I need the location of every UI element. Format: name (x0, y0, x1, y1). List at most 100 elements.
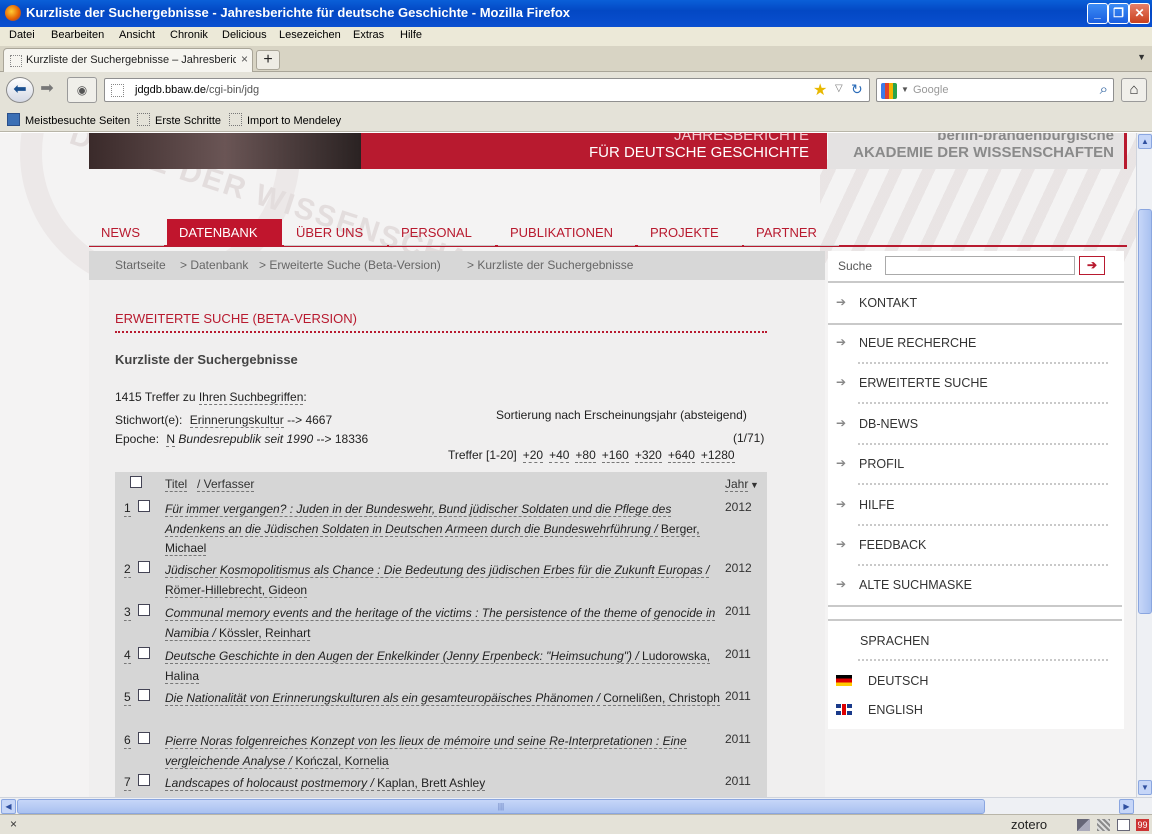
sidebar-item-kontakt[interactable]: ➔ KONTAKT (828, 283, 1122, 323)
row-number[interactable]: 1 (124, 500, 131, 517)
addon-icon[interactable] (1077, 819, 1090, 831)
nav-news[interactable]: NEWS (89, 219, 164, 246)
scroll-left-icon[interactable]: ◀ (1, 799, 16, 814)
scroll-down-icon[interactable]: ▼ (1138, 780, 1152, 795)
minimize-button[interactable]: _ (1087, 3, 1108, 24)
row-number[interactable]: 4 (124, 647, 131, 664)
sidebar-item-db-news[interactable]: ➔ DB-NEWS (828, 404, 1122, 445)
sidebar-item-alte-suchmaske[interactable]: ➔ ALTE SUCHMASKE (828, 565, 1122, 605)
site-identity-icon[interactable]: ◉ (67, 77, 97, 103)
sidebar-item-profil[interactable]: ➔ PROFIL (828, 444, 1122, 485)
row-title[interactable]: Communal memory events and the heritage … (165, 604, 720, 643)
magnifier-icon[interactable]: ⌕ (1100, 81, 1108, 98)
row-title[interactable]: Pierre Noras folgenreiches Konzept von l… (165, 732, 720, 771)
row-title[interactable]: Für immer vergangen? : Juden in der Bund… (165, 500, 720, 559)
page-link[interactable]: +20 (522, 448, 544, 463)
row-title[interactable]: Deutsche Geschichte in den Augen der Enk… (165, 647, 720, 686)
menu-delicious[interactable]: Delicious (222, 29, 267, 41)
reload-icon[interactable]: ↻ (851, 81, 863, 98)
row-title[interactable]: Jüdischer Kosmopolitismus als Chance : D… (165, 561, 720, 600)
row-checkbox[interactable] (138, 604, 150, 616)
column-title[interactable]: Titel (165, 477, 188, 492)
bookmark-star-icon[interactable]: ★ (813, 80, 827, 100)
column-author[interactable]: / Verfasser (197, 477, 255, 492)
vertical-scroll-thumb[interactable] (1138, 209, 1152, 614)
scroll-right-icon[interactable]: ▶ (1119, 799, 1134, 814)
page-link[interactable]: +1280 (700, 448, 735, 463)
url-dropdown-icon[interactable]: ▽ (835, 83, 843, 94)
row-checkbox[interactable] (138, 774, 150, 786)
nav-personal[interactable]: PERSONAL (389, 219, 495, 246)
menu-hilfe[interactable]: Hilfe (400, 29, 422, 41)
home-button[interactable]: ⌂ (1121, 78, 1147, 102)
scroll-up-icon[interactable]: ▲ (1138, 134, 1152, 149)
page-link[interactable]: +40 (549, 448, 570, 463)
sidebar-item-erweiterte-suche[interactable]: ➔ ERWEITERTE SUCHE (828, 363, 1122, 404)
site-search-input[interactable] (885, 256, 1075, 275)
page-link[interactable]: +80 (575, 448, 596, 463)
page-link[interactable]: +640 (667, 448, 695, 463)
google-icon[interactable] (881, 83, 897, 99)
language-deutsch[interactable]: DEUTSCH (868, 674, 928, 688)
search-bar[interactable]: ▼ Google ⌕ (876, 78, 1114, 102)
sidebar-item-neue-recherche[interactable]: ➔ NEUE RECHERCHE (828, 323, 1122, 364)
menu-ansicht[interactable]: Ansicht (119, 29, 155, 41)
bookmark-mendeley[interactable]: Import to Mendeley (229, 113, 341, 127)
row-checkbox[interactable] (138, 500, 150, 512)
browser-tab[interactable]: Kurzliste der Suchergebnisse – Jahresber… (3, 48, 253, 72)
language-english[interactable]: ENGLISH (868, 703, 923, 717)
breadcrumb-startseite[interactable]: Startseite (115, 258, 166, 272)
row-checkbox[interactable] (138, 689, 150, 701)
tab-close-icon[interactable]: × (241, 52, 248, 66)
page-link[interactable]: +320 (634, 448, 662, 463)
row-number[interactable]: 7 (124, 774, 131, 791)
sidebar-item-hilfe[interactable]: ➔ HILFE (828, 485, 1122, 526)
menu-bearbeiten[interactable]: Bearbeiten (51, 29, 104, 41)
sort-desc-icon[interactable]: ▼ (750, 480, 759, 490)
row-title[interactable]: Die Nationalität von Erinnerungskulturen… (165, 689, 720, 709)
back-button[interactable]: ⬅ (6, 77, 34, 103)
horizontal-scroll-thumb[interactable]: ||| (17, 799, 985, 814)
menu-extras[interactable]: Extras (353, 29, 384, 41)
nav-projekte[interactable]: PROJEKTE (638, 219, 742, 246)
addon-icon[interactable] (1097, 819, 1110, 831)
breadcrumb-erweiterte-suche[interactable]: > Erweiterte Suche (Beta-Version) (259, 258, 441, 272)
close-window-button[interactable]: ✕ (1129, 3, 1150, 24)
vertical-scrollbar[interactable]: ▲ ▼ (1136, 133, 1152, 797)
keyword-link[interactable]: Erinnerungskultur (189, 413, 284, 428)
addon-icon[interactable]: 99 (1136, 819, 1149, 831)
row-checkbox[interactable] (138, 561, 150, 573)
row-number[interactable]: 5 (124, 689, 131, 706)
horizontal-scrollbar[interactable]: ◀ ||| ▶ (0, 797, 1152, 814)
breadcrumb-datenbank[interactable]: > Datenbank (180, 258, 248, 272)
search-terms-link[interactable]: Ihren Suchbegriffen (198, 390, 304, 405)
nav-datenbank[interactable]: DATENBANK (167, 219, 282, 246)
addon-icon[interactable] (1117, 819, 1130, 831)
row-number[interactable]: 2 (124, 561, 131, 578)
nav-publikationen[interactable]: PUBLIKATIONEN (498, 219, 635, 246)
row-number[interactable]: 3 (124, 604, 131, 621)
url-bar[interactable]: jdgdb.bbaw.de/cgi-bin/jdg ★ ▽ ↻ (104, 78, 870, 102)
engine-dropdown-icon[interactable]: ▼ (901, 85, 909, 94)
maximize-button[interactable]: ❐ (1108, 3, 1129, 24)
site-search-go-button[interactable]: ➔ (1079, 256, 1105, 275)
uk-flag-icon[interactable] (836, 704, 852, 715)
nav-partner[interactable]: PARTNER (744, 219, 839, 246)
row-checkbox[interactable] (138, 647, 150, 659)
page-link[interactable]: +160 (601, 448, 629, 463)
epoch-code-link[interactable]: N (166, 432, 176, 447)
menu-lesezeichen[interactable]: Lesezeichen (279, 29, 341, 41)
column-year[interactable]: Jahr (725, 477, 749, 492)
nav-ueber-uns[interactable]: ÜBER UNS (284, 219, 387, 246)
zotero-button[interactable]: zotero (1011, 817, 1047, 832)
row-title[interactable]: Landscapes of holocaust postmemory / Kap… (165, 774, 720, 794)
menu-datei[interactable]: Datei (9, 29, 35, 41)
academy-logo[interactable]: berlin-brandenburgische AKADEMIE DER WIS… (828, 133, 1124, 169)
german-flag-icon[interactable] (836, 675, 852, 686)
url-text[interactable]: jdgdb.bbaw.de/cgi-bin/jdg (135, 84, 259, 96)
tab-list-icon[interactable]: ▼ (1137, 52, 1146, 62)
bookmark-erste-schritte[interactable]: Erste Schritte (137, 113, 221, 127)
new-tab-button[interactable]: + (256, 50, 280, 70)
bookmark-meistbesuchte[interactable]: Meistbesuchte Seiten (7, 113, 130, 127)
row-checkbox[interactable] (138, 732, 150, 744)
